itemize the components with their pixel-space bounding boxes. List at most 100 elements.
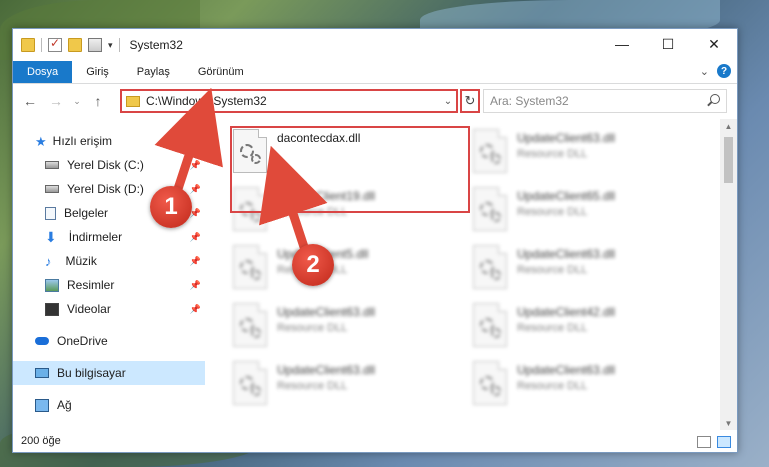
- cloud-icon: [35, 337, 49, 345]
- pictures-icon: [45, 278, 59, 292]
- file-type: Resource DLL: [517, 322, 588, 334]
- sidebar-item-label: Videolar: [67, 302, 111, 316]
- tiles-view-icon[interactable]: [717, 436, 731, 448]
- pin-icon[interactable]: 📌: [190, 232, 201, 243]
- sidebar-item-label: Ağ: [57, 398, 72, 412]
- sidebar-item-downloads[interactable]: ⬇ İndirmeler 📌: [13, 225, 205, 249]
- file-tile[interactable]: UpdateClient63.dll Resource DLL: [233, 303, 461, 357]
- back-button[interactable]: ←: [19, 90, 41, 112]
- step-marker-1: 1: [150, 186, 192, 228]
- file-highlight-box: [230, 126, 470, 213]
- explorer-window: ▾ System32 — ☐ ✕ Dosya Giriş Paylaş Görü…: [12, 28, 738, 453]
- status-bar: 200 öğe: [13, 430, 737, 452]
- toolbar-caret-icon[interactable]: ▾: [108, 40, 113, 51]
- scrollbar-thumb[interactable]: [724, 137, 733, 183]
- sidebar-item-pictures[interactable]: Resimler 📌: [13, 273, 205, 297]
- pin-icon[interactable]: 📌: [190, 304, 201, 315]
- sidebar-item-label: Yerel Disk (C:): [67, 158, 144, 172]
- disk-icon: [45, 185, 59, 193]
- recent-locations-button[interactable]: ⌄: [71, 96, 83, 107]
- window-controls: — ☐ ✕: [599, 29, 737, 59]
- file-name: UpdateClient42.dll: [517, 305, 616, 319]
- pin-icon[interactable]: 📌: [190, 280, 201, 291]
- tab-home[interactable]: Giriş: [72, 61, 123, 83]
- title-bar[interactable]: ▾ System32 — ☐ ✕: [13, 29, 737, 61]
- address-dropdown-icon[interactable]: ⌄: [440, 96, 456, 107]
- refresh-button[interactable]: ↻: [460, 89, 480, 113]
- step-marker-2: 2: [292, 244, 334, 286]
- address-bar[interactable]: C:\Windows\System32 ⌄: [120, 89, 458, 113]
- scroll-up-icon[interactable]: ▲: [720, 119, 737, 133]
- disk-icon: [45, 161, 59, 169]
- dll-file-icon: [233, 361, 267, 405]
- dll-file-icon: [473, 187, 507, 231]
- sidebar-item-quick-access[interactable]: ★ Hızlı erişim: [13, 129, 205, 153]
- dll-file-icon: [473, 303, 507, 347]
- file-tile[interactable]: UpdateClient65.dll Resource DLL: [473, 187, 701, 241]
- close-button[interactable]: ✕: [691, 29, 737, 59]
- folder-icon: [126, 95, 140, 107]
- sidebar-item-label: Hızlı erişim: [52, 134, 112, 148]
- sidebar-item-label: Yerel Disk (D:): [67, 182, 144, 196]
- star-icon: ★: [35, 133, 47, 149]
- file-type: Resource DLL: [517, 148, 588, 160]
- navigation-pane: ★ Hızlı erişim Yerel Disk (C:) 📌 Yerel D…: [13, 119, 205, 430]
- vertical-scrollbar[interactable]: ▲ ▼: [720, 119, 737, 430]
- document-icon: [45, 206, 56, 220]
- sidebar-item-videos[interactable]: Videolar 📌: [13, 297, 205, 321]
- minimize-button[interactable]: —: [599, 29, 645, 59]
- file-tile[interactable]: UpdateClient42.dll Resource DLL: [473, 303, 701, 357]
- tab-view[interactable]: Görünüm: [184, 61, 258, 83]
- file-name: UpdateClient63.dll: [517, 131, 616, 145]
- expand-ribbon-icon[interactable]: ⌄: [700, 65, 709, 78]
- pin-icon[interactable]: 📌: [190, 256, 201, 267]
- sidebar-item-local-disk-c[interactable]: Yerel Disk (C:) 📌: [13, 153, 205, 177]
- file-tile[interactable]: UpdateClient63.dll Resource DLL: [473, 361, 701, 415]
- pin-icon[interactable]: 📌: [190, 160, 201, 171]
- tab-share[interactable]: Paylaş: [123, 61, 184, 83]
- download-icon: ⬇: [45, 228, 57, 245]
- sidebar-item-this-pc[interactable]: Bu bilgisayar: [13, 361, 205, 385]
- sidebar-item-music[interactable]: ♪ Müzik 📌: [13, 249, 205, 273]
- item-count: 200 öğe: [21, 435, 61, 447]
- help-icon[interactable]: ?: [717, 64, 731, 78]
- sidebar-item-label: İndirmeler: [68, 230, 123, 244]
- file-tile[interactable]: UpdateClient5.dll Resource DLL: [233, 245, 461, 299]
- dll-file-icon: [233, 245, 267, 289]
- sidebar-item-network[interactable]: Ağ: [13, 393, 205, 417]
- sidebar-item-label: Belgeler: [64, 206, 109, 220]
- pin-icon[interactable]: 📌: [190, 184, 201, 195]
- properties-check-icon[interactable]: [48, 36, 62, 52]
- dll-file-icon: [473, 129, 507, 173]
- navigation-bar: ← → ⌄ ↑ C:\Windows\System32 ⌄ ↻ Ara: Sys…: [13, 84, 737, 118]
- up-button[interactable]: ↑: [87, 90, 109, 112]
- scroll-down-icon[interactable]: ▼: [720, 416, 737, 430]
- dll-file-icon: [473, 245, 507, 289]
- dll-file-icon: [473, 361, 507, 405]
- search-input[interactable]: Ara: System32: [483, 89, 727, 113]
- file-type: Resource DLL: [277, 380, 348, 392]
- file-tile[interactable]: UpdateClient63.dll Resource DLL: [233, 361, 461, 415]
- tab-file[interactable]: Dosya: [13, 61, 73, 83]
- file-type: Resource DLL: [277, 322, 348, 334]
- forward-button[interactable]: →: [45, 90, 67, 112]
- new-folder-icon[interactable]: [68, 38, 82, 52]
- sidebar-item-onedrive[interactable]: OneDrive: [13, 329, 205, 353]
- sidebar-item-label: OneDrive: [57, 334, 108, 348]
- search-icon[interactable]: [710, 94, 720, 104]
- folder-icon[interactable]: [21, 38, 35, 52]
- sidebar-item-label: Müzik: [65, 254, 97, 268]
- customize-icon[interactable]: [88, 38, 102, 52]
- dll-file-icon: [233, 303, 267, 347]
- sidebar-item-label: Bu bilgisayar: [57, 366, 126, 380]
- address-path[interactable]: C:\Windows\System32: [146, 94, 440, 108]
- divider: [118, 38, 120, 52]
- file-name: UpdateClient63.dll: [277, 305, 376, 319]
- window-title: System32: [129, 38, 183, 52]
- file-tile[interactable]: UpdateClient63.dll Resource DLL: [473, 129, 701, 183]
- maximize-button[interactable]: ☐: [645, 29, 691, 59]
- file-tile[interactable]: UpdateClient63.dll Resource DLL: [473, 245, 701, 299]
- details-view-icon[interactable]: [697, 436, 711, 448]
- file-name: UpdateClient63.dll: [517, 363, 616, 377]
- ribbon-tabs: Dosya Giriş Paylaş Görünüm ⌄ ?: [13, 61, 737, 84]
